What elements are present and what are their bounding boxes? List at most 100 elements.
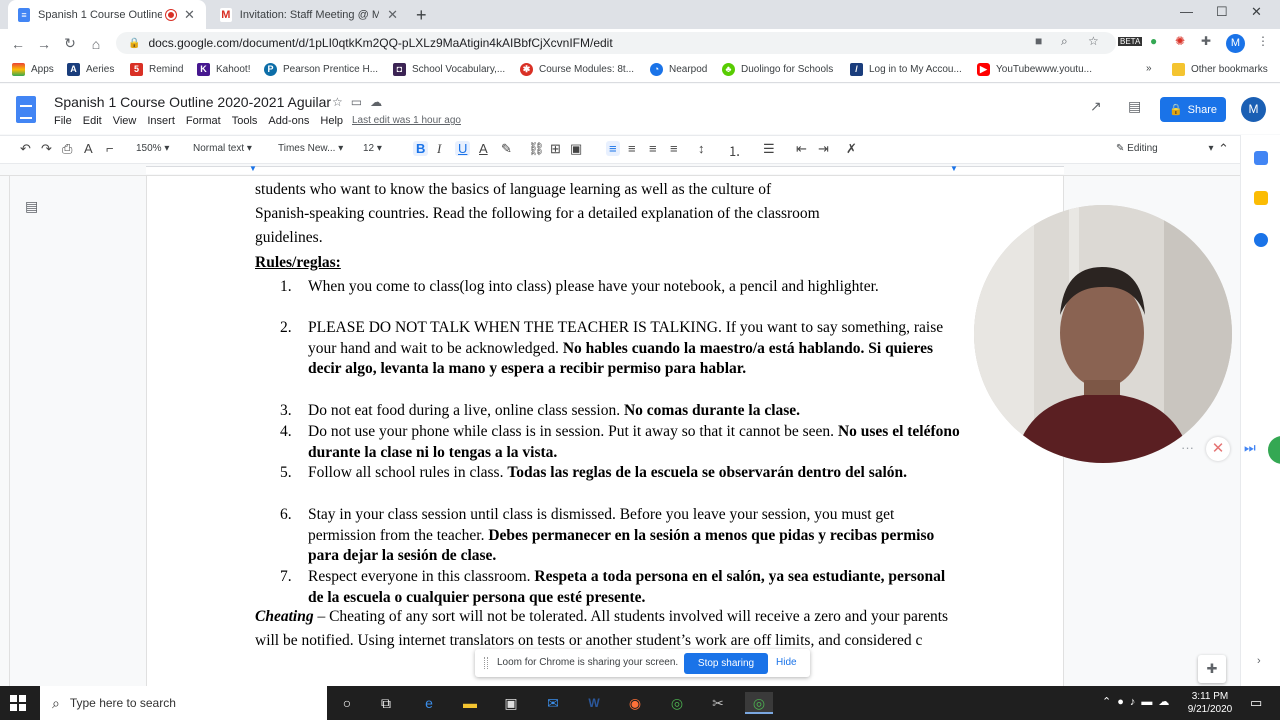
menu-view[interactable]: View: [113, 115, 137, 127]
forward-icon[interactable]: →: [31, 36, 57, 52]
clear-formatting-icon[interactable]: ✗: [846, 141, 857, 157]
zoom-select[interactable]: 150% ▾: [136, 143, 169, 154]
line-spacing-icon[interactable]: ↕: [698, 141, 705, 156]
drag-handle-icon[interactable]: [484, 657, 488, 669]
extension-icon[interactable]: ●: [1150, 34, 1157, 48]
bookmark-course-modules[interactable]: ✱ Course Modules: 8t...: [520, 63, 634, 76]
webcam-next-icon[interactable]: ⏭: [1244, 440, 1256, 456]
back-icon[interactable]: ←: [5, 36, 31, 52]
google-docs-logo-icon[interactable]: [16, 96, 36, 123]
webcam-bubble[interactable]: [974, 205, 1232, 463]
bookmark-kahoot[interactable]: K Kahoot!: [197, 63, 250, 76]
comments-icon[interactable]: ▤: [1128, 98, 1141, 115]
tray-chevron-icon[interactable]: ⌃: [1102, 696, 1117, 708]
link-icon[interactable]: ⛓: [528, 141, 545, 157]
onedrive-icon[interactable]: ☁: [1158, 696, 1175, 708]
bookmark-aeries[interactable]: A Aeries: [67, 63, 114, 76]
right-indent-marker[interactable]: ▼: [950, 164, 958, 173]
calendar-icon[interactable]: [1254, 151, 1268, 165]
maximize-icon[interactable]: ☐: [1216, 4, 1228, 20]
close-window-icon[interactable]: ✕: [1251, 4, 1262, 20]
font-size-select[interactable]: 12 ▾: [363, 143, 382, 154]
bookmark-duolingo[interactable]: ♣ Duolingo for Schools: [722, 63, 833, 76]
numbered-list-icon[interactable]: ⒈: [728, 141, 741, 160]
italic-icon[interactable]: I: [437, 141, 441, 157]
align-center-icon[interactable]: ≡: [628, 141, 636, 156]
camera-icon[interactable]: ■: [1035, 34, 1042, 48]
paint-format-icon[interactable]: ⌐: [106, 141, 114, 156]
webcam-more-icon[interactable]: ···: [1181, 440, 1194, 455]
windows-start-icon[interactable]: [10, 695, 26, 711]
close-tab-icon[interactable]: ✕: [184, 7, 195, 23]
new-tab-icon[interactable]: +: [416, 5, 427, 26]
close-tab-icon[interactable]: ✕: [387, 7, 398, 23]
bookmark-nearpod[interactable]: ◔ Nearpod: [650, 63, 707, 76]
menu-file[interactable]: File: [54, 115, 72, 127]
document-page[interactable]: students who want to know the basics of …: [146, 176, 1064, 686]
bookmark-apps[interactable]: Apps: [12, 63, 54, 76]
address-bar[interactable]: 🔒 docs.google.com/document/d/1pLI0qtkKm2…: [116, 32, 1116, 54]
beta-extension-icon[interactable]: BETA: [1118, 37, 1143, 46]
print-icon[interactable]: ⎙: [62, 141, 72, 157]
activity-trend-icon[interactable]: ↗: [1090, 98, 1102, 115]
menu-format[interactable]: Format: [186, 115, 221, 127]
align-right-icon[interactable]: ≡: [649, 141, 657, 156]
menu-addons[interactable]: Add-ons: [268, 115, 309, 127]
menu-kebab-icon[interactable]: ⋮: [1257, 34, 1269, 48]
bookmark-school-vocabulary[interactable]: ◘ School Vocabulary,...: [393, 63, 505, 76]
stop-sharing-button[interactable]: Stop sharing: [684, 653, 768, 674]
chrome-profile-icon[interactable]: ◎: [745, 692, 773, 714]
bold-icon[interactable]: B: [413, 141, 429, 156]
cortana-icon[interactable]: ○: [333, 692, 361, 714]
spellcheck-icon[interactable]: A: [84, 141, 93, 156]
explore-button-icon[interactable]: ✚: [1198, 655, 1226, 683]
underline-icon[interactable]: U: [455, 141, 471, 156]
tasks-icon[interactable]: [1254, 233, 1268, 247]
reload-icon[interactable]: ↻: [57, 35, 83, 52]
network-icon[interactable]: ▬: [1141, 696, 1158, 708]
bookmark-remind[interactable]: 5 Remind: [130, 63, 183, 76]
align-left-icon[interactable]: ≡: [606, 141, 620, 156]
taskbar-clock[interactable]: 3:11 PM 9/21/2020: [1180, 690, 1240, 716]
style-select[interactable]: Normal text ▾: [193, 143, 252, 154]
menu-tools[interactable]: Tools: [232, 115, 258, 127]
loom-icon[interactable]: ✺: [1175, 34, 1185, 48]
minimize-icon[interactable]: —: [1180, 4, 1193, 19]
hide-button[interactable]: Hide: [776, 657, 797, 668]
justify-icon[interactable]: ≡: [670, 141, 678, 156]
decrease-indent-icon[interactable]: ⇤: [796, 141, 807, 157]
edge-icon[interactable]: e: [415, 692, 443, 714]
profile-avatar[interactable]: M: [1226, 34, 1245, 53]
home-icon[interactable]: ⌂: [83, 36, 109, 52]
bulleted-list-icon[interactable]: ☰: [763, 141, 775, 157]
text-color-icon[interactable]: A: [479, 141, 488, 156]
store-icon[interactable]: ▣: [497, 692, 525, 714]
share-button[interactable]: 🔒 Share: [1160, 97, 1226, 122]
bookmark-pearson[interactable]: P Pearson Prentice H...: [264, 63, 378, 76]
keep-icon[interactable]: [1254, 191, 1268, 205]
left-indent-marker[interactable]: ▼: [249, 164, 257, 173]
menu-edit[interactable]: Edit: [83, 115, 102, 127]
tab-spanish-course-outline[interactable]: ≡ Spanish 1 Course Outline 20 ✕: [8, 0, 206, 29]
snipping-tool-icon[interactable]: ✂: [704, 692, 732, 714]
volume-icon[interactable]: ♪: [1130, 696, 1142, 708]
redo-icon[interactable]: ↷: [41, 141, 52, 157]
bookmark-youtube[interactable]: ▶ YouTubewww.youtu...: [977, 63, 1092, 76]
notifications-icon[interactable]: ▭: [1250, 695, 1262, 711]
document-outline-icon[interactable]: ▤: [25, 198, 38, 215]
microphone-icon[interactable]: ●: [1117, 696, 1130, 708]
menu-insert[interactable]: Insert: [147, 115, 175, 127]
menu-help[interactable]: Help: [320, 115, 343, 127]
font-select[interactable]: Times New... ▾: [278, 143, 343, 154]
mail-icon[interactable]: ✉: [539, 692, 567, 714]
document-title[interactable]: Spanish 1 Course Outline 2020-2021 Aguil…: [54, 94, 331, 110]
increase-indent-icon[interactable]: ⇥: [818, 141, 829, 157]
last-edit-link[interactable]: Last edit was 1 hour ago: [352, 115, 461, 126]
undo-icon[interactable]: ↶: [20, 141, 31, 157]
move-folder-icon[interactable]: ▭: [351, 95, 370, 109]
insert-image-icon[interactable]: ▣: [570, 141, 582, 157]
collapse-menus-icon[interactable]: ⌃: [1218, 141, 1229, 157]
zoom-icon[interactable]: ⌕: [1061, 34, 1068, 49]
webcam-close-icon[interactable]: ✕: [1206, 437, 1230, 461]
cloud-saved-icon[interactable]: ☁: [370, 95, 390, 109]
